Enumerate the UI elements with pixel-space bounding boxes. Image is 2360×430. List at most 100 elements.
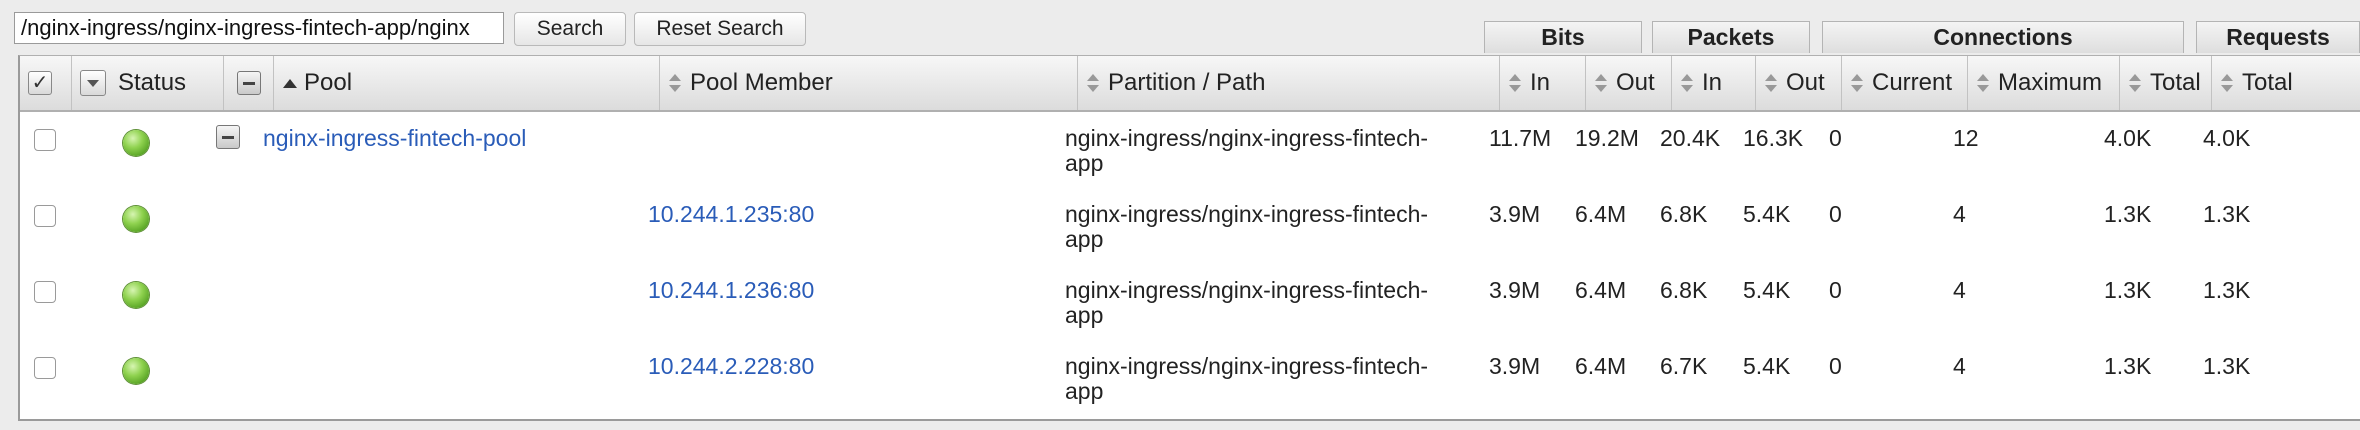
conn-maximum-cell: 12 bbox=[1953, 125, 1979, 151]
column-bits-out[interactable]: Out bbox=[1586, 56, 1672, 110]
column-conn-maximum[interactable]: Maximum bbox=[1968, 56, 2120, 110]
table-header: ✓ Status Pool Pool Member Partition / Pa… bbox=[20, 56, 2360, 112]
conn-maximum-cell: 4 bbox=[1953, 201, 1966, 227]
bits-in-cell: 11.7M bbox=[1489, 125, 1552, 151]
conn-current-cell: 0 bbox=[1829, 201, 1842, 227]
pool-link[interactable]: nginx-ingress-fintech-pool bbox=[263, 126, 526, 151]
packets-in-cell: 20.4K bbox=[1660, 125, 1721, 151]
select-all-checkbox[interactable]: ✓ bbox=[28, 71, 52, 95]
table-row: 10.244.1.236:80 nginx-ingress/nginx-ingr… bbox=[20, 264, 2360, 340]
row-checkbox[interactable] bbox=[34, 357, 56, 379]
conn-total-cell: 1.3K bbox=[2104, 201, 2152, 227]
packets-in-cell: 6.8K bbox=[1660, 201, 1708, 227]
sort-icon bbox=[1508, 73, 1522, 93]
row-checkbox[interactable] bbox=[34, 205, 56, 227]
column-expand bbox=[224, 56, 274, 110]
sort-icon bbox=[2220, 73, 2234, 93]
reset-search-button[interactable]: Reset Search bbox=[634, 12, 806, 46]
sort-icon bbox=[1086, 73, 1100, 93]
group-header-packets: Packets bbox=[1652, 21, 1810, 53]
column-packets-in[interactable]: In bbox=[1672, 56, 1756, 110]
select-all-header: ✓ bbox=[20, 56, 72, 110]
column-status-label: Status bbox=[118, 69, 187, 96]
sort-icon bbox=[668, 73, 682, 93]
conn-total-cell: 1.3K bbox=[2104, 277, 2152, 303]
sort-icon bbox=[1976, 73, 1990, 93]
row-checkbox[interactable] bbox=[34, 281, 56, 303]
bits-out-cell: 6.4M bbox=[1575, 277, 1627, 303]
table-row: nginx-ingress-fintech-pool nginx-ingress… bbox=[20, 112, 2360, 188]
packets-in-cell: 6.8K bbox=[1660, 277, 1708, 303]
column-pool-label: Pool bbox=[304, 69, 353, 96]
sort-ascending-icon bbox=[282, 77, 297, 89]
path-line-2: app bbox=[1065, 378, 1104, 404]
sort-icon bbox=[2128, 73, 2142, 93]
column-req-total[interactable]: Total bbox=[2212, 56, 2360, 110]
req-total-cell: 1.3K bbox=[2203, 277, 2251, 303]
column-conn-current[interactable]: Current bbox=[1842, 56, 1968, 110]
bits-in-cell: 3.9M bbox=[1489, 353, 1541, 379]
column-conn-total[interactable]: Total bbox=[2120, 56, 2212, 110]
path-line-2: app bbox=[1065, 150, 1104, 176]
conn-maximum-cell: 4 bbox=[1953, 277, 1966, 303]
pool-member-link[interactable]: 10.244.1.236:80 bbox=[648, 278, 814, 303]
packets-out-cell: 5.4K bbox=[1743, 201, 1791, 227]
column-bits-in[interactable]: In bbox=[1500, 56, 1586, 110]
req-total-cell: 4.0K bbox=[2203, 125, 2251, 151]
sort-icon bbox=[1680, 73, 1694, 93]
search-button[interactable]: Search bbox=[514, 12, 626, 46]
table-row: 10.244.2.228:80 nginx-ingress/nginx-ingr… bbox=[20, 340, 2360, 416]
table-row: 10.244.1.235:80 nginx-ingress/nginx-ingr… bbox=[20, 188, 2360, 264]
column-packets-in-label: In bbox=[1702, 69, 1723, 96]
bits-in-cell: 3.9M bbox=[1489, 201, 1541, 227]
conn-total-cell: 1.3K bbox=[2104, 353, 2152, 379]
sort-icon bbox=[1850, 73, 1864, 93]
collapse-all-icon[interactable] bbox=[236, 71, 261, 95]
path-line-1: nginx-ingress/nginx-ingress-fintech- bbox=[1065, 125, 1429, 151]
packets-out-cell: 5.4K bbox=[1743, 353, 1791, 379]
req-total-cell: 1.3K bbox=[2203, 353, 2251, 379]
column-bits-out-label: Out bbox=[1616, 69, 1655, 96]
status-filter-dropdown[interactable] bbox=[80, 70, 106, 96]
conn-current-cell: 0 bbox=[1829, 353, 1842, 379]
bits-out-cell: 19.2M bbox=[1575, 125, 1639, 151]
column-pool-member-label: Pool Member bbox=[690, 69, 833, 96]
path-line-1: nginx-ingress/nginx-ingress-fintech- bbox=[1065, 201, 1429, 227]
partition-path-cell: nginx-ingress/nginx-ingress-fintech-app bbox=[1065, 278, 1428, 328]
path-line-1: nginx-ingress/nginx-ingress-fintech- bbox=[1065, 277, 1429, 303]
path-line-2: app bbox=[1065, 302, 1104, 328]
column-partition-path[interactable]: Partition / Path bbox=[1078, 56, 1500, 110]
status-available-icon bbox=[123, 130, 149, 156]
group-header-bits: Bits bbox=[1484, 21, 1642, 53]
bits-out-cell: 6.4M bbox=[1575, 201, 1627, 227]
column-pool[interactable]: Pool bbox=[274, 56, 660, 110]
conn-current-cell: 0 bbox=[1829, 125, 1842, 151]
collapse-pool-icon[interactable] bbox=[216, 125, 240, 149]
packets-out-cell: 16.3K bbox=[1743, 125, 1804, 151]
column-status[interactable]: Status bbox=[72, 56, 224, 110]
pool-member-link[interactable]: 10.244.2.228:80 bbox=[648, 354, 814, 379]
row-checkbox[interactable] bbox=[34, 129, 56, 151]
search-input[interactable] bbox=[14, 12, 504, 44]
partition-path-cell: nginx-ingress/nginx-ingress-fintech-app bbox=[1065, 202, 1428, 252]
bits-out-cell: 6.4M bbox=[1575, 353, 1627, 379]
column-pool-member[interactable]: Pool Member bbox=[660, 56, 1078, 110]
conn-total-cell: 4.0K bbox=[2104, 125, 2152, 151]
partition-path-cell: nginx-ingress/nginx-ingress-fintech-app bbox=[1065, 126, 1428, 176]
path-line-1: nginx-ingress/nginx-ingress-fintech- bbox=[1065, 353, 1429, 379]
pool-member-link[interactable]: 10.244.1.235:80 bbox=[648, 202, 814, 227]
column-conn-current-label: Current bbox=[1872, 69, 1953, 96]
column-req-total-label: Total bbox=[2242, 69, 2293, 96]
column-packets-out-label: Out bbox=[1786, 69, 1825, 96]
column-conn-total-label: Total bbox=[2150, 69, 2201, 96]
status-available-icon bbox=[123, 282, 149, 308]
status-available-icon bbox=[123, 206, 149, 232]
sort-icon bbox=[1594, 73, 1608, 93]
bits-in-cell: 3.9M bbox=[1489, 277, 1541, 303]
column-packets-out[interactable]: Out bbox=[1756, 56, 1842, 110]
partition-path-cell: nginx-ingress/nginx-ingress-fintech-app bbox=[1065, 354, 1428, 404]
status-available-icon bbox=[123, 358, 149, 384]
column-partition-path-label: Partition / Path bbox=[1108, 69, 1266, 96]
column-conn-maximum-label: Maximum bbox=[1998, 69, 2103, 96]
conn-current-cell: 0 bbox=[1829, 277, 1842, 303]
